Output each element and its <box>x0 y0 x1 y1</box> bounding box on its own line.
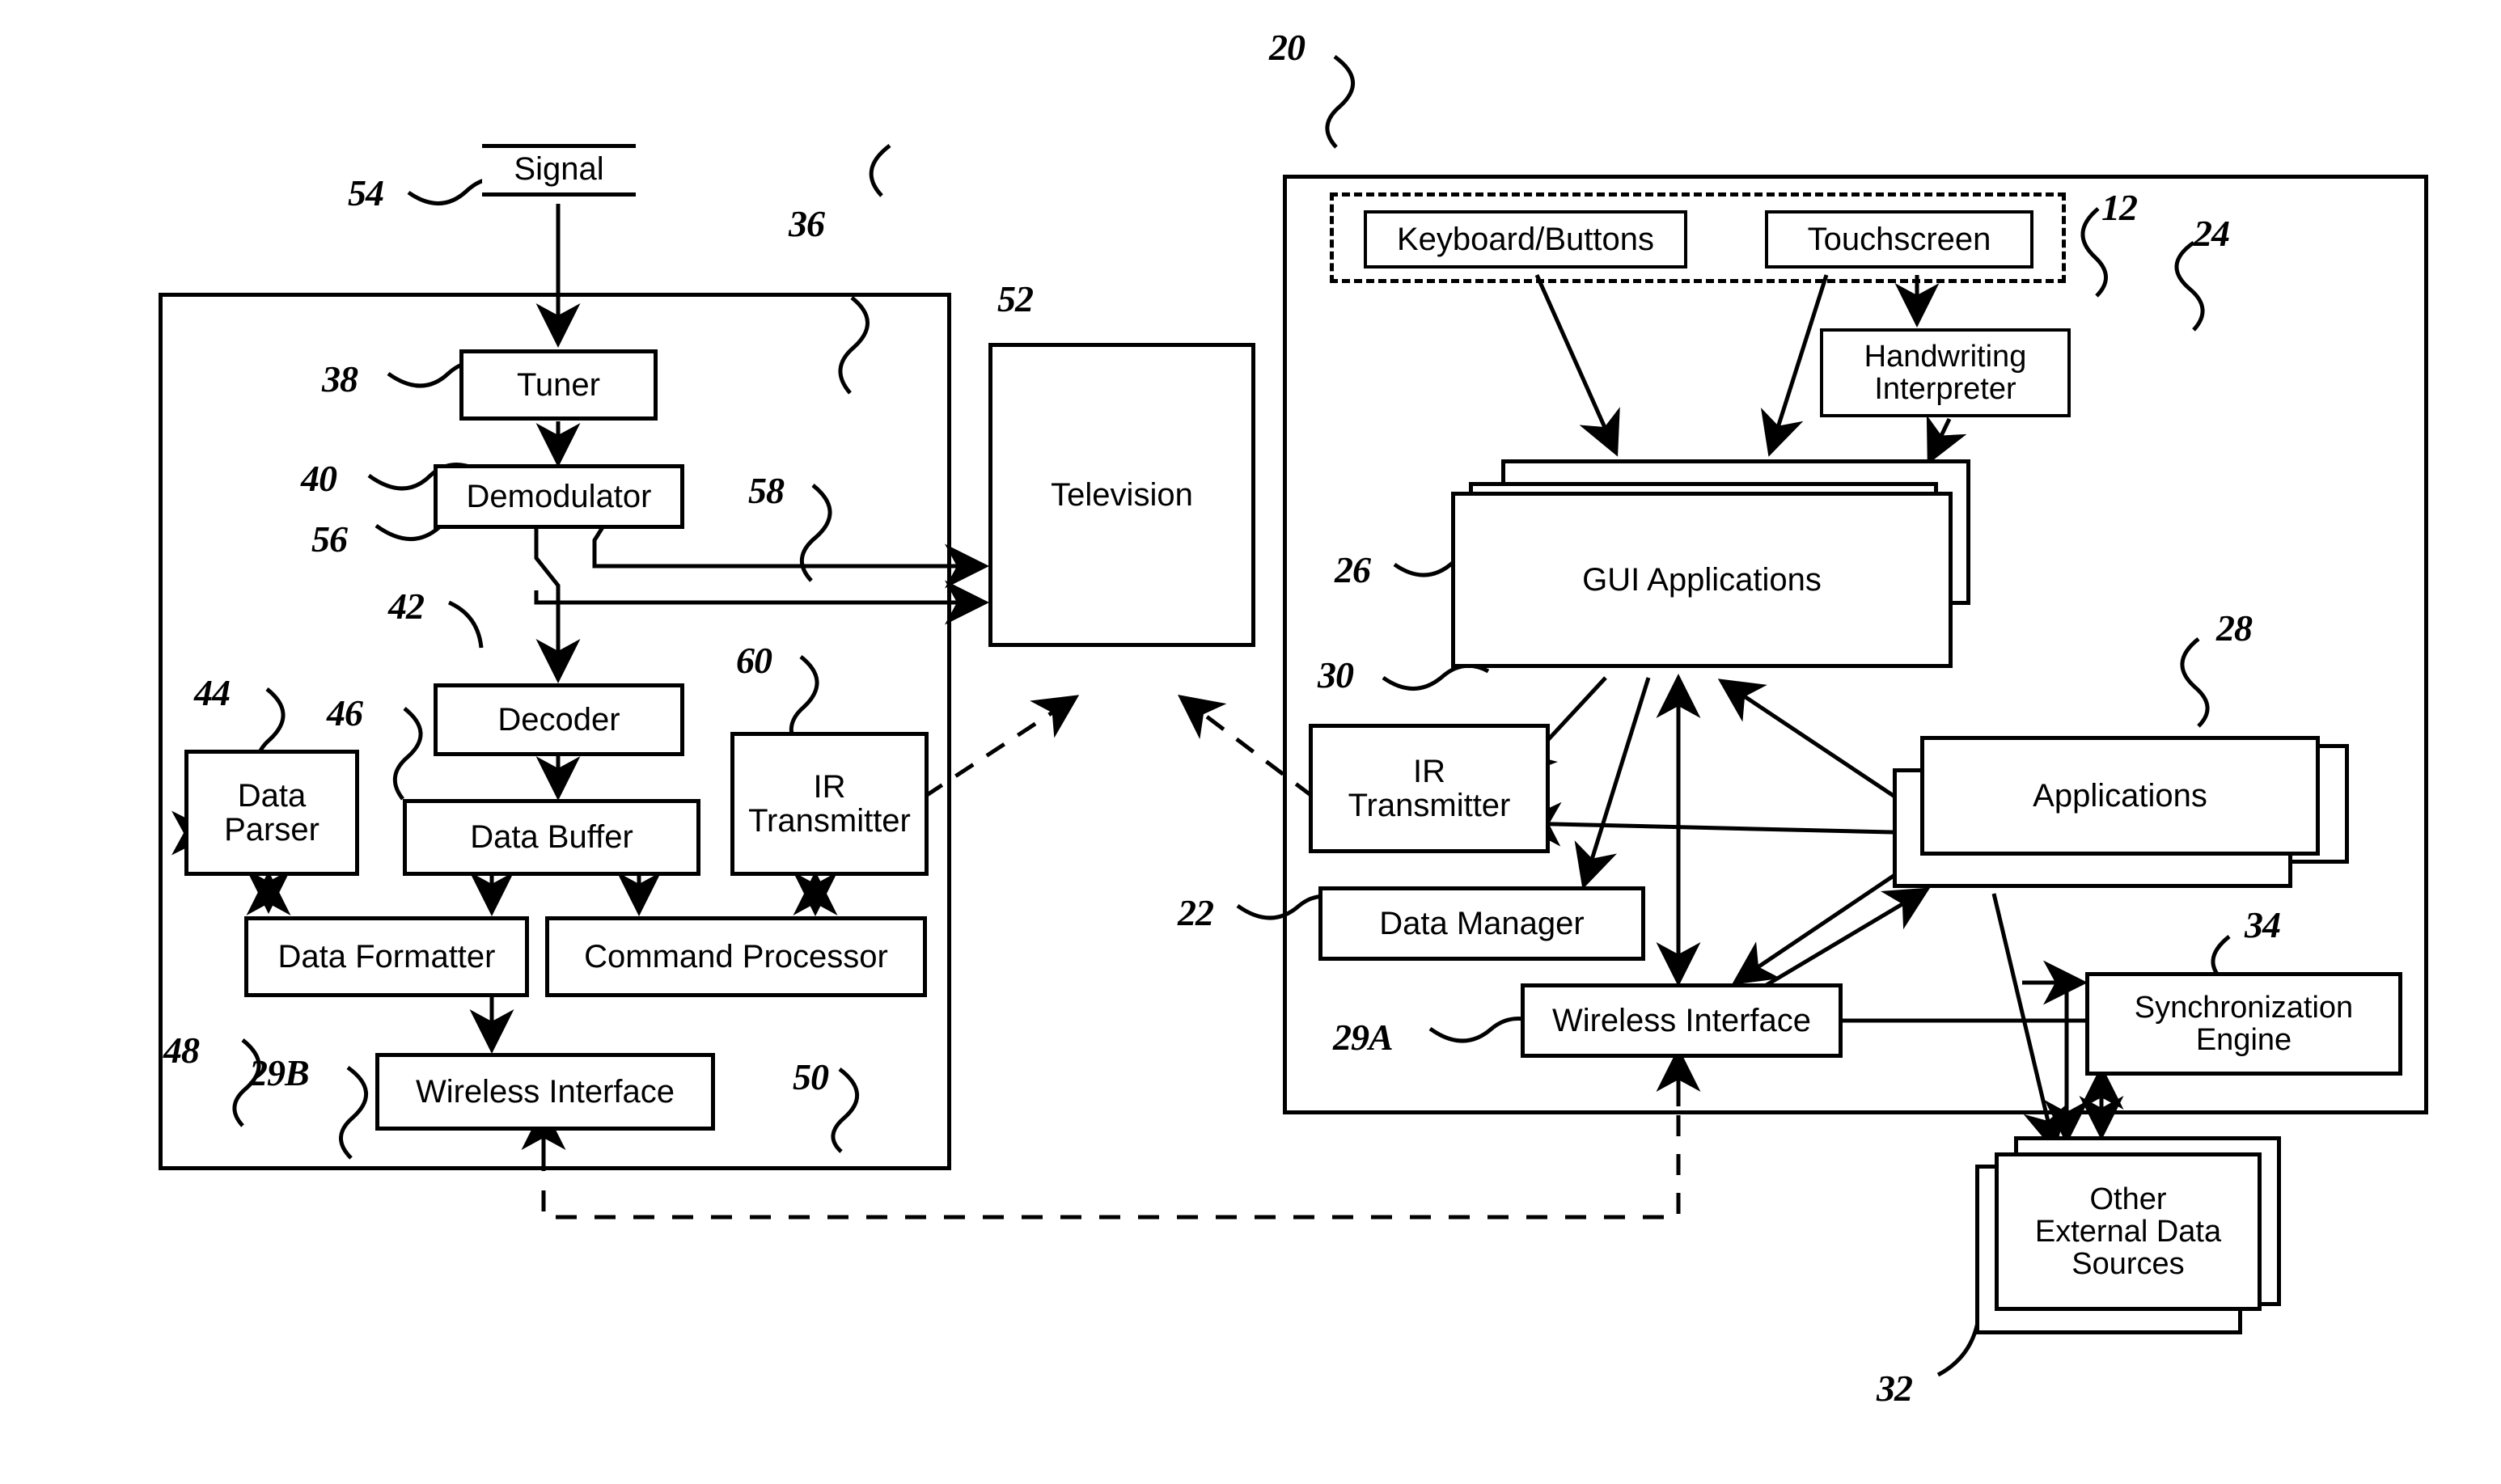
block-ir-transmitter-left: IR Transmitter <box>730 732 929 876</box>
block-data-manager-label: Data Manager <box>1379 905 1585 941</box>
block-handwriting-interpreter-label: Handwriting Interpreter <box>1864 339 2027 406</box>
reference-numeral-44: 44 <box>194 672 231 713</box>
block-ir-transmitter-right-label: IR Transmitter <box>1348 753 1511 823</box>
signal-label: Signal <box>482 144 636 197</box>
reference-numeral-48: 48 <box>163 1029 200 1071</box>
reference-numeral-46: 46 <box>327 692 363 734</box>
block-data-manager: Data Manager <box>1318 886 1645 961</box>
reference-numeral-50: 50 <box>793 1056 829 1097</box>
block-command-processor: Command Processor <box>545 916 927 997</box>
block-decoder-label: Decoder <box>497 701 620 738</box>
block-data-formatter-label: Data Formatter <box>277 938 496 975</box>
block-wireless-interface-left-label: Wireless Interface <box>415 1073 675 1110</box>
reference-numeral-38: 38 <box>322 358 358 400</box>
reference-numeral-29A: 29A <box>1333 1017 1394 1058</box>
patent-figure: Signal Tuner Demodulator Decoder Data Pa… <box>0 0 2501 1484</box>
reference-numeral-20: 20 <box>1269 27 1306 68</box>
block-tuner: Tuner <box>459 349 658 421</box>
reference-numeral-40: 40 <box>301 458 337 499</box>
reference-numeral-54: 54 <box>348 172 384 214</box>
block-keyboard-buttons: Keyboard/Buttons <box>1364 210 1687 268</box>
block-keyboard-buttons-label: Keyboard/Buttons <box>1397 221 1654 257</box>
block-handwriting-interpreter: Handwriting Interpreter <box>1820 328 2071 417</box>
block-gui-applications-label: GUI Applications <box>1582 561 1822 598</box>
reference-numeral-34: 34 <box>2245 904 2281 945</box>
block-synchronization-engine-label: Synchronization Engine <box>2134 990 2354 1057</box>
block-synchronization-engine: Synchronization Engine <box>2085 972 2402 1076</box>
block-decoder: Decoder <box>434 683 684 756</box>
block-other-external-data-sources-label: Other External Data Sources <box>2034 1182 2222 1282</box>
reference-numeral-30: 30 <box>1318 654 1354 695</box>
block-wireless-interface-left: Wireless Interface <box>375 1053 715 1131</box>
block-tuner-label: Tuner <box>516 366 600 403</box>
block-applications-label: Applications <box>2033 777 2207 814</box>
block-command-processor-label: Command Processor <box>584 938 888 975</box>
block-television: Television <box>988 343 1255 647</box>
block-ir-transmitter-right: IR Transmitter <box>1309 724 1550 853</box>
reference-numeral-29B: 29B <box>249 1052 310 1093</box>
block-demodulator-label: Demodulator <box>466 478 652 514</box>
reference-numeral-22: 22 <box>1178 892 1214 933</box>
reference-numeral-58: 58 <box>748 470 785 511</box>
block-television-label: Television <box>1051 476 1193 513</box>
block-touchscreen: Touchscreen <box>1765 210 2033 268</box>
block-data-buffer-label: Data Buffer <box>470 819 633 856</box>
reference-numeral-36: 36 <box>789 203 825 244</box>
reference-numeral-60: 60 <box>736 640 772 681</box>
block-demodulator: Demodulator <box>434 464 684 529</box>
block-touchscreen-label: Touchscreen <box>1807 221 1991 257</box>
block-data-parser-label: Data Parser <box>224 777 320 848</box>
block-data-parser: Data Parser <box>184 750 359 876</box>
block-ir-transmitter-left-label: IR Transmitter <box>748 768 911 839</box>
reference-numeral-56: 56 <box>311 518 348 560</box>
block-data-buffer: Data Buffer <box>403 799 700 876</box>
block-applications: Applications <box>1920 736 2320 856</box>
reference-numeral-28: 28 <box>2216 607 2253 649</box>
reference-numeral-42: 42 <box>388 586 425 627</box>
block-gui-applications: GUI Applications <box>1451 492 1953 668</box>
reference-numeral-32: 32 <box>1877 1368 1913 1409</box>
reference-numeral-26: 26 <box>1335 549 1371 590</box>
reference-numeral-12: 12 <box>2101 187 2138 228</box>
reference-numeral-52: 52 <box>997 278 1034 319</box>
block-data-formatter: Data Formatter <box>244 916 529 997</box>
reference-numeral-24: 24 <box>2194 213 2230 254</box>
block-wireless-interface-right-label: Wireless Interface <box>1551 1002 1812 1038</box>
block-other-external-data-sources: Other External Data Sources <box>1995 1152 2262 1311</box>
block-wireless-interface-right: Wireless Interface <box>1521 983 1843 1058</box>
